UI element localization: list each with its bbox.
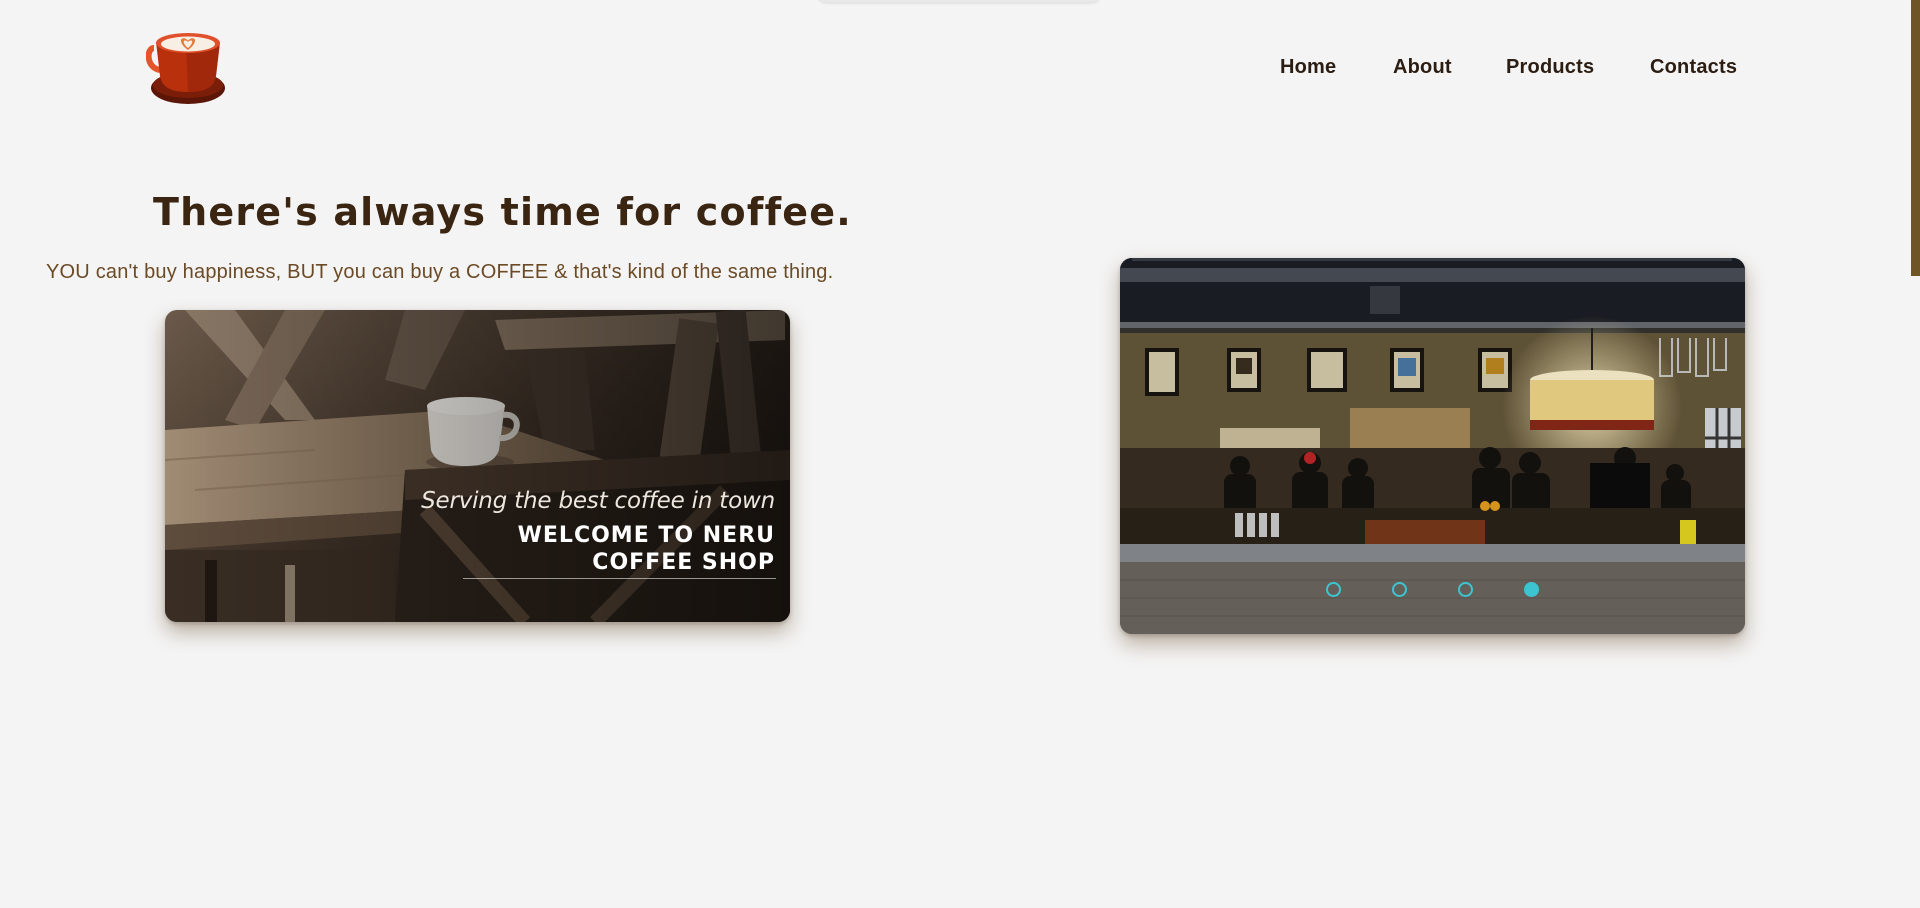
carousel-indicators (1120, 582, 1745, 602)
top-pull-tab (818, 0, 1100, 2)
promo-subtitle: Serving the best coffee in town (421, 488, 775, 514)
hero-tagline: YOU can't buy happiness, BUT you can buy… (46, 261, 834, 283)
scrollbar-track[interactable] (1911, 0, 1920, 908)
coffee-shop-interior-image (1120, 258, 1745, 634)
promo-headline: WELCOME TO NERU COFFEE SHOP (517, 523, 775, 575)
image-carousel[interactable] (1120, 258, 1745, 634)
scrollbar-thumb[interactable] (1911, 0, 1920, 276)
promo-card: Serving the best coffee in town WELCOME … (165, 310, 790, 622)
nav-item-home[interactable]: Home (1280, 56, 1336, 79)
promo-divider (463, 578, 776, 579)
carousel-dot-1[interactable] (1326, 582, 1341, 597)
hero-title: There's always time for coffee. (153, 190, 852, 234)
nav-item-products[interactable]: Products (1506, 56, 1594, 79)
main-nav: Home About Products Contacts (0, 56, 1920, 86)
carousel-dot-3[interactable] (1458, 582, 1473, 597)
carousel-dot-2[interactable] (1392, 582, 1407, 597)
carousel-dot-4[interactable] (1524, 582, 1539, 597)
nav-item-contacts[interactable]: Contacts (1650, 56, 1737, 79)
nav-item-about[interactable]: About (1393, 56, 1452, 79)
